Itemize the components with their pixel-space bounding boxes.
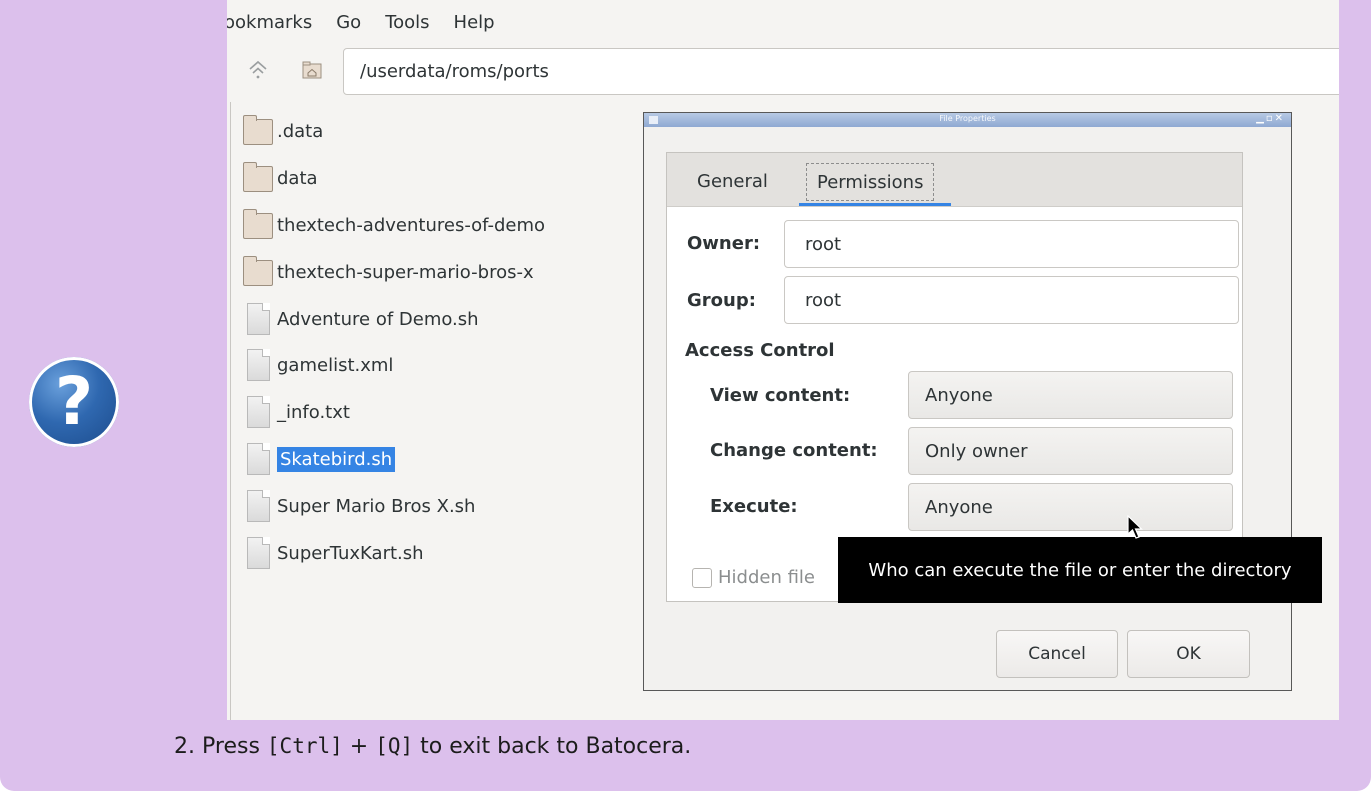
file-manager-screenshot: ookmarks Go Tools Help /userdata/roms/po… <box>227 0 1339 720</box>
active-tab-indicator <box>799 203 951 206</box>
tab-general[interactable]: General <box>697 163 768 199</box>
file-name: gamelist.xml <box>277 354 394 376</box>
file-list-item[interactable]: Super Mario Bros X.sh <box>243 489 475 523</box>
question-mark-icon: ? <box>29 357 119 447</box>
cancel-button[interactable]: Cancel <box>996 630 1118 678</box>
file-list-item[interactable]: Skatebird.sh <box>243 442 396 476</box>
file-list-item[interactable]: Adventure of Demo.sh <box>243 302 479 336</box>
file-list-item[interactable]: SuperTuxKart.sh <box>243 536 424 570</box>
owner-field[interactable]: root <box>784 220 1239 268</box>
key-ctrl: [Ctrl] <box>266 734 343 758</box>
group-field[interactable]: root <box>784 276 1239 324</box>
plus-sign: + <box>349 734 369 759</box>
view-content-select[interactable]: Anyone <box>908 371 1233 419</box>
step-prefix: Press <box>202 734 260 759</box>
file-name: Super Mario Bros X.sh <box>277 495 476 517</box>
execute-label: Execute: <box>710 496 798 517</box>
tab-bar: General Permissions <box>667 153 1242 207</box>
change-content-select[interactable]: Only owner <box>908 427 1233 475</box>
hidden-file-checkbox[interactable]: Hidden file <box>692 567 815 588</box>
access-control-heading: Access Control <box>685 340 835 361</box>
step-number: 2. <box>174 734 195 759</box>
menubar: ookmarks Go Tools Help <box>227 0 1339 44</box>
folder-icon <box>243 256 273 288</box>
checkbox-box[interactable] <box>692 567 712 588</box>
menu-help[interactable]: Help <box>454 12 495 33</box>
owner-label: Owner: <box>687 233 761 254</box>
file-list-item[interactable]: gamelist.xml <box>243 348 393 382</box>
menu-go[interactable]: Go <box>336 12 361 33</box>
document-icon <box>243 349 273 381</box>
folder-icon <box>243 209 273 241</box>
document-icon <box>243 396 273 428</box>
menu-tools[interactable]: Tools <box>385 12 429 33</box>
document-icon <box>243 443 273 475</box>
dialog-titlebar[interactable]: File Properties ▁▫✕ <box>644 113 1291 127</box>
tab-permissions[interactable]: Permissions <box>806 163 935 201</box>
file-name: _info.txt <box>277 401 350 423</box>
path-input[interactable]: /userdata/roms/ports <box>343 48 1339 95</box>
file-name: Skatebird.sh <box>277 446 396 472</box>
group-label: Group: <box>687 290 756 311</box>
file-name: thextech-adventures-of-demo <box>277 214 546 236</box>
folder-icon <box>243 162 273 194</box>
file-name: SuperTuxKart.sh <box>277 542 424 564</box>
file-name: thextech-super-mario-bros-x <box>277 261 534 283</box>
step-suffix: to exit back to Batocera. <box>420 734 692 759</box>
file-list-item[interactable]: data <box>243 161 318 195</box>
file-list-item[interactable]: .data <box>243 114 323 148</box>
tooltip: Who can execute the file or enter the di… <box>838 537 1322 603</box>
hidden-file-label: Hidden file <box>718 567 816 588</box>
file-properties-dialog: File Properties ▁▫✕ General Permissions … <box>643 112 1292 691</box>
file-pane-border <box>230 102 231 720</box>
file-list-item[interactable]: thextech-super-mario-bros-x <box>243 255 534 289</box>
document-icon <box>243 490 273 522</box>
file-list-item[interactable]: thextech-adventures-of-demo <box>243 208 545 242</box>
file-name: data <box>277 167 318 189</box>
dialog-title: File Properties <box>939 114 996 123</box>
view-content-label: View content: <box>710 385 851 406</box>
home-folder-icon[interactable] <box>301 59 323 81</box>
ok-button[interactable]: OK <box>1127 630 1250 678</box>
instruction-step: 2. Press [Ctrl] + [Q] to exit back to Ba… <box>174 734 691 759</box>
execute-select[interactable]: Anyone <box>908 483 1233 531</box>
folder-icon <box>243 115 273 147</box>
file-name: Adventure of Demo.sh <box>277 308 479 330</box>
file-name: .data <box>277 120 324 142</box>
up-directory-icon[interactable] <box>247 59 269 81</box>
document-icon <box>243 537 273 569</box>
change-content-label: Change content: <box>710 440 878 461</box>
properties-notebook: General Permissions Owner: root Group: r… <box>666 152 1243 602</box>
file-list-item[interactable]: _info.txt <box>243 395 350 429</box>
key-q: [Q] <box>375 734 414 758</box>
window-controls-icon[interactable]: ▁▫✕ <box>1256 113 1285 124</box>
document-icon <box>243 303 273 335</box>
menu-bookmarks[interactable]: ookmarks <box>227 12 312 33</box>
